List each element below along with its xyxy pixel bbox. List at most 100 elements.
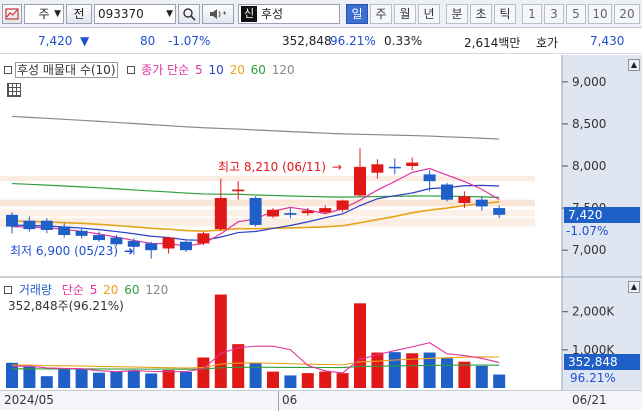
candle-up <box>301 210 314 214</box>
period-month-tab[interactable]: 월 <box>394 4 416 24</box>
volume-bar <box>145 373 158 388</box>
vol-ma5-label: 5 <box>89 283 98 297</box>
period-day-tab[interactable]: 일 <box>346 4 368 24</box>
low-annotation: 최저 6,900 (05/23) ➜ <box>10 242 136 259</box>
volume-profile-band <box>0 176 535 182</box>
candle-down <box>180 241 192 251</box>
market-badge: 신 <box>241 6 257 22</box>
period-year-tab[interactable]: 년 <box>418 4 440 24</box>
period-tick-tab[interactable]: 틱 <box>494 4 516 24</box>
candle-up <box>406 162 419 166</box>
ma5-label: 5 <box>194 63 203 77</box>
volume-bar <box>93 372 105 388</box>
volume-bar <box>319 371 332 388</box>
ma-label: 종가 단순 <box>141 63 190 77</box>
interval-10-button[interactable]: 10 <box>588 4 612 24</box>
vol-ma60-label: 60 <box>124 283 140 297</box>
vol-ma-label: 단순 <box>61 283 84 297</box>
price-panel-title: 후성 매물대 수(10) <box>15 62 118 78</box>
chart-area[interactable]: 9,0008,5008,0007,5007,0002,000K1,000K 후성… <box>0 55 642 390</box>
candle-up <box>232 189 245 192</box>
current-price-tag: 7,420 <box>564 207 640 223</box>
volume-bar <box>180 371 192 388</box>
candle-up <box>197 233 210 244</box>
volume-bar <box>354 303 366 388</box>
candle-up <box>371 164 384 173</box>
period-minute-tab[interactable]: 분 <box>446 4 468 24</box>
period-week-tab[interactable]: 주 <box>370 4 392 24</box>
speaker-icon[interactable] <box>202 4 234 24</box>
trade-amount: 2,614백만 <box>464 36 521 50</box>
legend-square-icon <box>127 66 136 74</box>
ma120-label: 120 <box>271 63 295 77</box>
candle-up <box>354 166 366 196</box>
high-annotation: 최고 8,210 (06/11) → <box>218 158 344 175</box>
candle-down <box>6 214 18 227</box>
volume-profile-band <box>0 199 535 207</box>
interval-20-button[interactable]: 20 <box>614 4 640 24</box>
market-select-value: 주 <box>38 7 50 21</box>
volume-bar <box>301 373 314 388</box>
candle-down <box>441 184 453 200</box>
volume-bar <box>249 362 262 388</box>
prefix-button[interactable]: 전 <box>66 4 92 24</box>
interval-3-button[interactable]: 3 <box>544 4 564 24</box>
candle-down <box>249 197 262 225</box>
arrow-right-icon: → <box>328 160 342 174</box>
volume-summary: 352,848주(96.21%) <box>8 299 124 313</box>
market-select[interactable]: 주 ▼ <box>24 4 64 24</box>
volume-bar <box>232 344 245 388</box>
date-mid-label: 06 <box>282 393 298 407</box>
price-volume-chart[interactable]: 9,0008,5008,0007,5007,0002,000K1,000K <box>0 55 642 390</box>
interval-5-button[interactable]: 5 <box>566 4 586 24</box>
current-change-tag: -1.07% <box>566 224 609 238</box>
ma60-line <box>11 182 500 198</box>
search-icon[interactable] <box>178 4 200 24</box>
current-price: 7,420 <box>38 34 73 48</box>
candle-down <box>423 174 436 182</box>
quote-bar: 7,420 ▼ 80 -1.07% 352,848 96.21% 0.33% 2… <box>0 29 642 54</box>
y-tick-label: 8,000 <box>572 159 606 173</box>
candle-up <box>458 196 471 204</box>
turnover-pct: 0.33% <box>384 34 423 48</box>
interval-1-button[interactable]: 1 <box>522 4 542 24</box>
vol-ma20-label: 20 <box>103 283 119 297</box>
volume-panel-title: 거래량 <box>18 283 52 297</box>
candle-down <box>284 213 297 215</box>
volume-bar <box>388 352 401 388</box>
stock-code-input[interactable]: 093370 ▼ <box>94 4 176 24</box>
stock-name-field[interactable]: 신 후성 <box>238 4 340 24</box>
volume-bar <box>40 376 53 388</box>
y-tick-label: 9,000 <box>572 75 606 89</box>
volume-bar <box>214 294 227 388</box>
candle-up <box>267 209 279 217</box>
calculator-icon[interactable] <box>7 83 21 97</box>
price-change-pct: -1.07% <box>168 34 211 48</box>
volume-value: 352,848 <box>282 34 332 48</box>
volume-bar <box>197 357 210 388</box>
low-annotation-text: 최저 6,900 (05/23) <box>10 244 119 258</box>
candle-up <box>336 200 349 210</box>
volume-bar <box>371 352 384 388</box>
candle-down <box>75 230 88 236</box>
volume-bar <box>441 358 453 388</box>
price-change: 80 <box>140 34 156 48</box>
ma10-label: 10 <box>208 63 224 77</box>
scroll-up-button[interactable]: ▲ <box>628 281 640 293</box>
volume-bar <box>75 368 88 388</box>
chart-menu-icon[interactable] <box>2 4 22 24</box>
scroll-up-button[interactable]: ▲ <box>628 59 640 71</box>
period-second-tab[interactable]: 초 <box>470 4 492 24</box>
candle-down <box>93 235 105 241</box>
ask-label: 호가 <box>536 36 559 50</box>
candle-down <box>58 226 71 236</box>
vol-ma120-label: 120 <box>145 283 169 297</box>
candle-up <box>162 237 175 249</box>
chevron-down-icon[interactable]: ▼ <box>166 5 173 23</box>
candle-down <box>40 220 53 230</box>
volume-bar <box>110 371 123 388</box>
top-toolbar: 주 ▼ 전 093370 ▼ 신 후성 일 주 월 년 분 초 틱 1 3 5 … <box>0 0 642 28</box>
candle-down <box>475 199 488 207</box>
ma120-line <box>11 115 500 140</box>
price-legend: 후성 매물대 수(10) 종가 단순 5 10 20 60 120 <box>4 61 297 78</box>
